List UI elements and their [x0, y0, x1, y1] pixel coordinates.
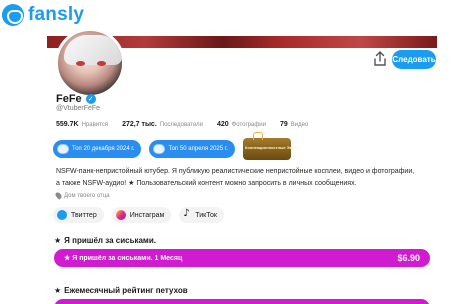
rank-badge[interactable]: Топ 50 апреля 2025 г. [149, 140, 235, 158]
star-icon: ★ [54, 236, 62, 245]
rank-badge[interactable]: Топ 20 декабря 2024 г. [53, 140, 142, 158]
crown-icon [252, 132, 263, 140]
stat-likes[interactable]: 559.7K Нравится [56, 121, 108, 128]
fansly-logo-icon [2, 4, 24, 26]
stats-row: 559.7K Нравится 272,7 тыс. Последователи 4… [56, 121, 308, 128]
social-links: Твиттер Инстаграм ТикТок [53, 207, 224, 223]
share-button[interactable] [371, 50, 389, 68]
tier-title: ★ Ежемесячный рейтинг петухов [54, 286, 188, 295]
social-tiktok[interactable]: ТикТок [179, 207, 224, 223]
location: Дом твоего отца [54, 191, 110, 200]
display-name: FeFe [56, 93, 82, 105]
tier-price: $6.90 [397, 253, 420, 263]
follow-button[interactable]: Следовать [392, 50, 436, 69]
social-twitter[interactable]: Твиттер [53, 207, 104, 223]
location-pin-icon [54, 191, 63, 200]
brand-name: fansly [28, 4, 85, 25]
handle: @VtuberFeFe [56, 105, 101, 112]
stat-photos[interactable]: 420 Фотографии [217, 121, 266, 128]
top-bar: fansly [0, 0, 474, 36]
badges-row: Топ 20 декабря 2024 г. Топ 50 апреля 202… [53, 132, 299, 160]
avatar[interactable] [55, 28, 125, 98]
special-badge[interactable]: Коннекционностные Эмоте [242, 132, 299, 160]
bio: NSFW-панк-непристойный ютубер. Я публику… [56, 168, 415, 187]
fansly-logo[interactable]: fansly [2, 4, 84, 26]
subscribe-button[interactable]: ★ Я пришёл за сиськами. 1 Месяц $6.90 [54, 249, 430, 267]
stat-followers[interactable]: 272,7 тыс. Последователи [122, 121, 203, 128]
subscribe-button[interactable] [54, 299, 430, 304]
star-icon: ★ [54, 286, 62, 295]
tiktok-icon [183, 208, 191, 220]
name-row: FeFe ✓ [56, 93, 96, 105]
instagram-icon [115, 210, 126, 220]
stat-videos[interactable]: 79 Видео [280, 121, 308, 128]
badge-icon [153, 144, 166, 154]
tier-title: ★ Я пришёл за сиськами. [54, 236, 156, 245]
share-icon [374, 51, 386, 66]
social-instagram[interactable]: Инстаграм [111, 207, 172, 223]
badge-icon [57, 144, 69, 154]
verified-icon: ✓ [85, 94, 96, 104]
twitter-icon [57, 210, 67, 220]
